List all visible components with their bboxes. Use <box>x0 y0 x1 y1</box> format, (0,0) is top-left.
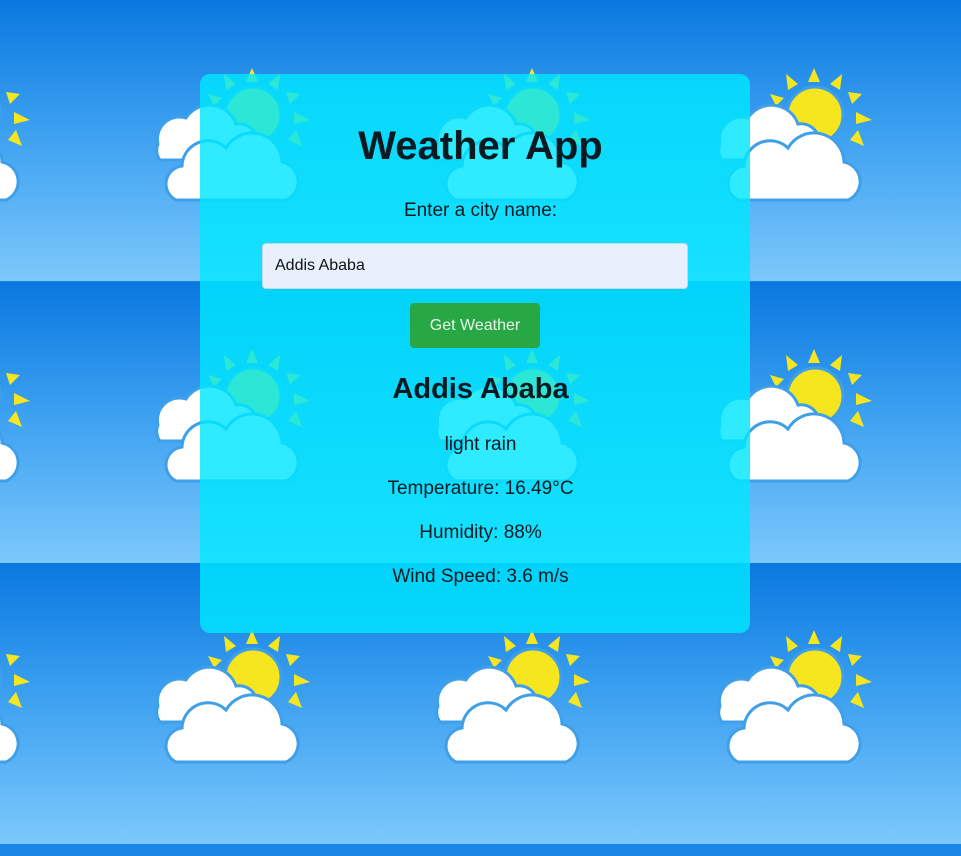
city-prompt-label: Enter a city name: <box>403 200 558 221</box>
temperature-text: Temperature: 16.49°C <box>387 478 574 499</box>
sun-behind-clouds-icon <box>0 628 32 764</box>
wind-speed-text: Wind Speed: 3.6 m/s <box>392 566 569 587</box>
get-weather-button[interactable]: Get Weather <box>410 303 540 348</box>
city-input[interactable] <box>262 243 688 289</box>
weather-description: light rain <box>444 434 517 455</box>
page-title: Weather App <box>358 124 603 168</box>
humidity-text: Humidity: 88% <box>419 522 542 543</box>
sun-behind-clouds-icon <box>435 628 592 764</box>
sun-behind-clouds-icon <box>155 628 312 764</box>
sun-behind-clouds-icon <box>0 347 32 483</box>
result-city-name: Addis Ababa <box>392 373 569 405</box>
sun-behind-clouds-icon <box>717 628 874 764</box>
